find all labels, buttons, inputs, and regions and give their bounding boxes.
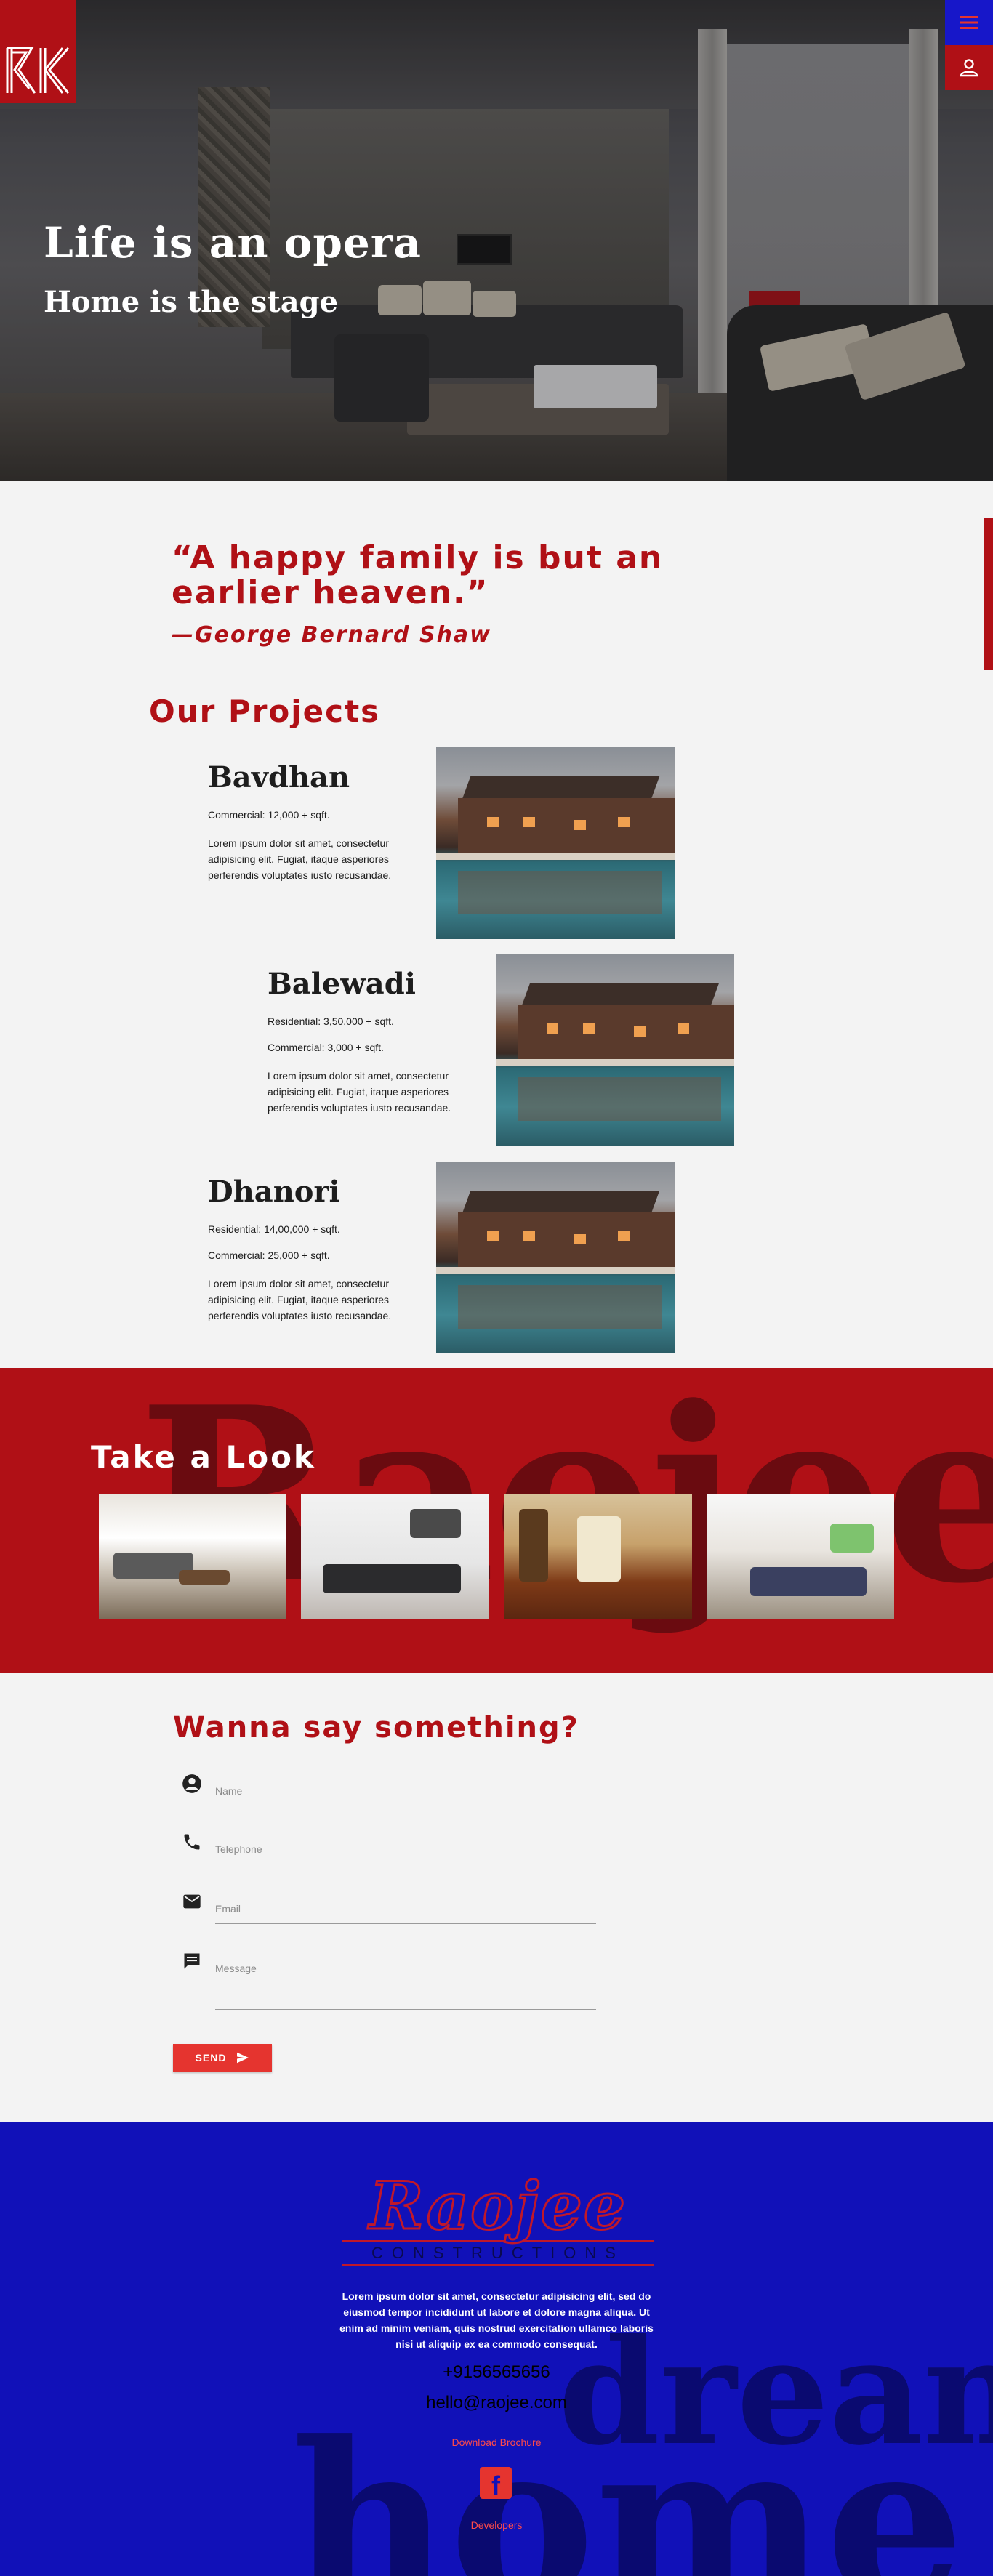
footer-about-text: Lorem ipsum dolor sit amet, consectetur …	[339, 2290, 654, 2350]
hero-subtitle: Home is the stage	[44, 285, 339, 319]
project-description: Lorem ipsum dolor sit amet, consectetur …	[268, 1070, 451, 1114]
telephone-placeholder: Telephone	[215, 1843, 262, 1855]
project-meta: Residential: 14,00,000 + sqft.	[208, 1223, 340, 1235]
take-a-look-section: Raojee Take a Look	[0, 1368, 993, 1673]
hero-section: Life is an opera Home is the stage	[0, 0, 993, 481]
footer-phone[interactable]: +9156565656	[0, 2362, 993, 2383]
rk-logo-icon	[6, 47, 70, 94]
facebook-icon[interactable]: f	[480, 2467, 512, 2499]
project-card: Bavdhan Commercial: 12,000 + sqft. Lorem…	[208, 760, 411, 883]
user-icon	[960, 59, 978, 77]
footer: dream home Raojee CONSTRUCTIONS Lorem ip…	[0, 2122, 993, 2576]
hamburger-menu-icon	[960, 16, 978, 29]
send-button[interactable]: SEND	[173, 2044, 272, 2072]
account-circle-icon	[182, 1774, 201, 1793]
phone-icon	[184, 1834, 200, 1850]
name-placeholder: Name	[215, 1785, 243, 1797]
hero-title: Life is an opera	[44, 218, 422, 267]
look-title: Take a Look	[91, 1439, 316, 1475]
message-icon	[184, 1953, 200, 1969]
project-image	[436, 1162, 675, 1353]
side-accent-bar	[984, 518, 993, 670]
developers-link[interactable]: Developers	[0, 2519, 993, 2531]
project-description: Lorem ipsum dolor sit amet, consectetur …	[208, 837, 392, 881]
message-underline	[215, 2009, 596, 2010]
project-card: Dhanori Residential: 14,00,000 + sqft. C…	[208, 1175, 411, 1324]
project-meta: Commercial: 25,000 + sqft.	[208, 1249, 330, 1261]
contact-title: Wanna say something?	[173, 1711, 579, 1744]
mail-icon	[183, 1894, 201, 1909]
message-field[interactable]: Message	[182, 1951, 596, 2012]
project-image	[436, 747, 675, 939]
project-image	[496, 954, 734, 1146]
telephone-field[interactable]: Telephone	[182, 1832, 596, 1868]
logo[interactable]	[0, 0, 76, 103]
name-field[interactable]: Name	[182, 1774, 596, 1810]
gallery-image[interactable]	[99, 1494, 286, 1619]
user-button[interactable]	[945, 45, 993, 90]
project-meta: Residential: 3,50,000 + sqft.	[268, 1015, 394, 1027]
footer-brand-name: Raojee	[368, 2168, 627, 2245]
email-placeholder: Email	[215, 1903, 241, 1915]
project-meta: Commercial: 3,000 + sqft.	[268, 1042, 384, 1053]
message-placeholder: Message	[215, 1963, 257, 1974]
project-name: Dhanori	[208, 1175, 340, 1209]
send-label: SEND	[195, 2052, 227, 2064]
project-meta: Commercial: 12,000 + sqft.	[208, 809, 330, 821]
download-brochure-link[interactable]: Download Brochure	[0, 2436, 993, 2448]
projects-title: Our Projects	[149, 693, 381, 729]
project-card: Balewadi Residential: 3,50,000 + sqft. C…	[268, 967, 471, 1116]
project-name: Balewadi	[268, 967, 416, 1001]
email-underline	[215, 1923, 596, 1924]
email-field[interactable]: Email	[182, 1891, 596, 1928]
quote-author: —George Bernard Shaw	[172, 622, 491, 648]
quote-text: “A happy family is but an earlier heaven…	[172, 539, 664, 611]
footer-email[interactable]: hello@raojee.com	[0, 2393, 993, 2413]
footer-brand-sub: CONSTRUCTIONS	[342, 2240, 654, 2266]
gallery-image[interactable]	[504, 1494, 692, 1619]
gallery-image[interactable]	[707, 1494, 894, 1619]
project-description: Lorem ipsum dolor sit amet, consectetur …	[208, 1278, 392, 1321]
menu-button[interactable]	[945, 0, 993, 45]
gallery-image[interactable]	[301, 1494, 489, 1619]
project-name: Bavdhan	[208, 760, 350, 794]
footer-brand-logo: Raojee CONSTRUCTIONS	[342, 2173, 654, 2266]
send-arrow-icon	[237, 2052, 249, 2064]
